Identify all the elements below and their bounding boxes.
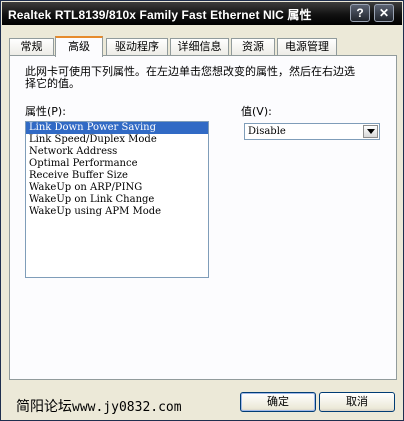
tab-advanced[interactable]: 高级 — [55, 36, 103, 57]
close-button[interactable]: ✕ — [374, 4, 394, 22]
property-label: 属性(P): — [25, 105, 66, 118]
tab-general[interactable]: 常规 — [9, 38, 54, 56]
ok-button[interactable]: 确定 — [240, 392, 316, 412]
list-item[interactable]: WakeUp on ARP/PING — [26, 182, 208, 194]
list-item[interactable]: WakeUp using APM Mode — [26, 206, 208, 218]
cancel-button[interactable]: 取消 — [319, 392, 395, 412]
tab-power-management[interactable]: 电源管理 — [277, 38, 337, 56]
list-item[interactable]: Link Down Power Saving — [26, 122, 208, 134]
tab-driver[interactable]: 驱动程序 — [106, 38, 168, 56]
value-selected: Disable — [248, 126, 286, 137]
close-icon: ✕ — [378, 6, 390, 20]
list-item[interactable]: Link Speed/Duplex Mode — [26, 134, 208, 146]
value-dropdown[interactable]: Disable — [244, 123, 380, 140]
list-item[interactable]: WakeUp on Link Change — [26, 194, 208, 206]
properties-dialog: Realtek RTL8139/810x Family Fast Etherne… — [0, 0, 404, 421]
property-listbox[interactable]: Link Down Power Saving Link Speed/Duplex… — [25, 121, 209, 278]
value-label: 值(V): — [241, 105, 272, 118]
help-icon: ? — [356, 6, 364, 20]
tab-strip: 常规 高级 驱动程序 详细信息 资源 电源管理 — [9, 36, 395, 57]
panel-description: 此网卡可使用下列属性。在左边单击您想改变的属性，然后在右边选择它的值。 — [25, 65, 355, 90]
chevron-down-icon[interactable] — [363, 125, 378, 138]
title-bar[interactable]: Realtek RTL8139/810x Family Fast Etherne… — [2, 2, 402, 25]
list-item[interactable]: Network Address — [26, 146, 208, 158]
window-title: Realtek RTL8139/810x Family Fast Etherne… — [8, 8, 312, 22]
list-item[interactable]: Optimal Performance — [26, 158, 208, 170]
tab-resources[interactable]: 资源 — [231, 38, 275, 56]
advanced-panel: 此网卡可使用下列属性。在左边单击您想改变的属性，然后在右边选择它的值。 属性(P… — [9, 55, 397, 380]
tab-details[interactable]: 详细信息 — [170, 38, 229, 56]
list-item[interactable]: Receive Buffer Size — [26, 170, 208, 182]
help-button[interactable]: ? — [350, 4, 370, 22]
watermark: 简阳论坛www.jy0832.com — [16, 396, 182, 416]
watermark-name: 简阳论坛 — [16, 399, 72, 415]
watermark-url: www.jy0832.com — [72, 400, 182, 415]
